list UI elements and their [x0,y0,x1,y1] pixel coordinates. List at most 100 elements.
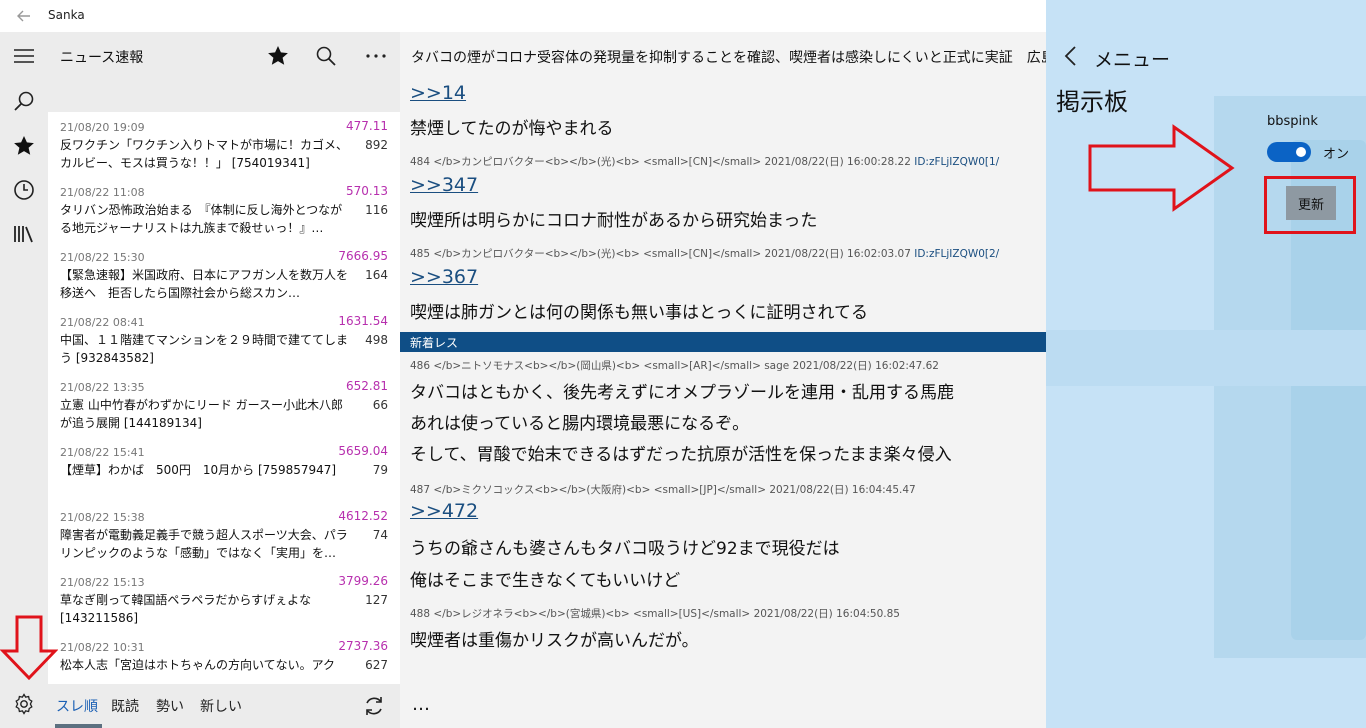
rail-library-button[interactable] [0,212,48,256]
list-item[interactable]: 21/08/22 13:35 652.81 66 立憲 山中竹春がわずかにリード ガー… [48,372,400,437]
post-meta: 487 </b>ミクソコックス<b></b>(大阪府)<b> <small>[J… [410,482,916,497]
list-item[interactable]: 21/08/22 08:41 1631.54 498 中国、１１階建てマンションを２９… [48,307,400,372]
thread-count: 116 [365,203,388,217]
tab-thread-order[interactable]: スレ順 [56,696,98,716]
post-meta: 488 </b>レジオネラ<b></b>(宮城県)<b> <small>[US]… [410,606,900,621]
chevron-left-icon [1064,46,1076,66]
list-header: ニュース速報 [48,32,400,80]
thread-date: 21/08/22 13:35 [60,381,145,394]
thread-footer: … [400,688,1046,728]
list-item[interactable]: 21/08/22 10:31 2737.36 627 松本人志「宮迫はホトちゃんの方向… [48,632,400,684]
back-arrow-icon[interactable] [12,5,36,27]
toggle-state: オン [1323,147,1350,162]
hamburger-icon [14,49,34,63]
thread-count: 66 [372,398,388,412]
post-id-link[interactable]: ID:zFLjIZQW0[2/ [914,248,999,260]
thread-speed: 3799.26 [338,574,388,588]
tab-momentum[interactable]: 勢い [156,696,184,716]
thread-count: 74 [372,528,388,542]
post-header: 486 </b>ニトソモナス<b></b>(岡山県)<b> <small>[AR… [410,360,939,372]
menu-title: メニュー [1094,49,1171,71]
thread-list-pane: ニュース速報 21/08/20 19:09 477.11 892 反ワクチン「ワクチン… [48,32,400,728]
thread-date: 21/08/22 11:08 [60,186,145,199]
refresh-list-button[interactable] [362,694,388,720]
list-item[interactable]: 21/08/22 15:30 7666.95 164 【緊急速報】米国政府、日本にアフ… [48,242,400,307]
reply-anchor-link[interactable]: >>14 [410,82,466,104]
thread-title: 中国、１１階建てマンションを２９時間で建ててしまう [932843582] [60,333,349,365]
hamburger-button[interactable] [0,34,48,78]
thread-count: 164 [365,268,388,282]
list-item[interactable]: 21/08/22 15:38 4612.52 74 障害者が電動義足義手で競う超人スポ… [48,502,400,567]
reply-anchor-link[interactable]: >>472 [410,500,478,522]
board-name: ニュース速報 [60,50,144,66]
rail-favorites-button[interactable] [0,124,48,168]
bbspink-toggle[interactable] [1267,142,1311,162]
post-body: タバコはともかく、後先考えずにオメプラゾールを連用・乱用する馬鹿 [410,383,954,403]
thread-speed: 570.13 [346,184,388,198]
post-header: 485 </b>カンピロバクター<b></b>(光)<b> <small>[CN… [410,248,911,260]
thread-count: 627 [365,658,388,672]
thread-title: タバコの煙がコロナ受容体の発現量を抑制することを確認、喫煙者は感染しにくいと正式… [411,50,1046,66]
post-body: 禁煙してたのが悔やまれる [410,119,614,139]
thread-count: 498 [365,333,388,347]
thread-speed: 5659.04 [338,444,388,458]
refresh-button[interactable]: 更新 [1286,186,1336,220]
background-art-band [1046,330,1366,386]
annotation-arrow-right-icon [1088,124,1235,212]
thread-title: 障害者が電動義足義手で競う超人スポーツ大会、パラリンピックのような「感動」ではな… [60,528,348,560]
thread-count: 127 [365,593,388,607]
list-search-button[interactable] [308,38,344,74]
list-more-button[interactable] [358,38,394,74]
thread-speed: 2737.36 [338,639,388,653]
thread-speed: 7666.95 [338,249,388,263]
post-body: そして、胃酸で始末できるはずだった抗原が活性を保ったまま楽々侵入 [410,445,952,465]
thread-speed: 477.11 [346,119,388,133]
post-list: >>14 禁煙してたのが悔やまれる 484 </b>カンピロバクター<b></b… [400,80,1046,688]
search-icon [14,91,34,111]
thread-speed: 1631.54 [338,314,388,328]
post-body: うちの爺さんも婆さんもタバコ吸うけど92まで現役だは [410,539,840,559]
rail-search-button[interactable] [0,79,48,123]
thread-more-button[interactable]: … [412,694,430,715]
new-posts-divider: 新着レス [400,332,1046,352]
settings-button[interactable] [0,682,48,726]
list-item[interactable]: 21/08/20 19:09 477.11 892 反ワクチン「ワクチン入りトマトが市… [48,112,400,177]
tab-read[interactable]: 既読 [111,696,139,716]
favorite-board-button[interactable] [260,38,296,74]
thread-title: 【煙草】わかば 500円 10月から [759857947] [60,463,337,477]
thread-title: 立憲 山中竹春がわずかにリード ガースー小此木八郎が追う展開 [14418913… [60,398,344,430]
reply-anchor-link[interactable]: >>347 [410,174,478,196]
app-title: Sanka [48,8,85,22]
post-body: 喫煙者は重傷かリスクが高いんだが。 [410,631,699,651]
thread-list: 21/08/20 19:09 477.11 892 反ワクチン「ワクチン入りトマトが市… [48,112,400,684]
thread-view: タバコの煙がコロナ受容体の発現量を抑制することを確認、喫煙者は感染しにくいと正式… [400,32,1046,728]
post-id-link[interactable]: ID:zFLjIZQW0[1/ [914,156,999,168]
reply-anchor-link[interactable]: >>367 [410,266,478,288]
sort-tabs: スレ順 既読 勢い 新しい [48,684,400,728]
gear-icon [15,693,33,715]
thread-title: 草なぎ剛って韓国語ペラペラだからすげぇよな [143211586] [60,593,312,625]
list-item[interactable]: 21/08/22 15:41 5659.04 79 【煙草】わかば 500円 10月か… [48,437,400,502]
post-header: 488 </b>レジオネラ<b></b>(宮城県)<b> <small>[US]… [410,608,900,620]
more-icon [366,54,386,58]
list-item[interactable]: 21/08/22 11:08 570.13 116 タリバン恐怖政治始まる 『体制に反… [48,177,400,242]
post-header: 484 </b>カンピロバクター<b></b>(光)<b> <small>[CN… [410,156,911,168]
post-body: 俺はそこまで生きなくてもいいけど [410,571,681,591]
list-item[interactable]: 21/08/22 15:13 3799.26 127 草なぎ剛って韓国語ペラペラだから… [48,567,400,632]
search-icon [316,46,336,66]
tab-newest[interactable]: 新しい [200,696,242,716]
menu-back-button[interactable] [1062,44,1080,68]
section-heading: 掲示板 [1056,88,1128,116]
post-body: 喫煙は肺ガンとは何の関係も無い事はとっくに証明されてる [410,303,868,323]
thread-count: 79 [372,463,388,477]
post-body: 喫煙所は明らかにコロナ耐性があるから研究始まった [410,211,818,231]
rail-history-button[interactable] [0,168,48,212]
thread-title: 【緊急速報】米国政府、日本にアフガン人を数万人を移送へ 拒否したら国際社会から総… [60,268,349,300]
post-meta: 484 </b>カンピロバクター<b></b>(光)<b> <small>[CN… [410,154,999,169]
thread-speed: 4612.52 [338,509,388,523]
clock-icon [14,180,34,200]
annotation-arrow-down-icon [0,615,58,681]
library-icon [14,226,33,243]
thread-speed: 652.81 [346,379,388,393]
refresh-icon [366,697,382,715]
